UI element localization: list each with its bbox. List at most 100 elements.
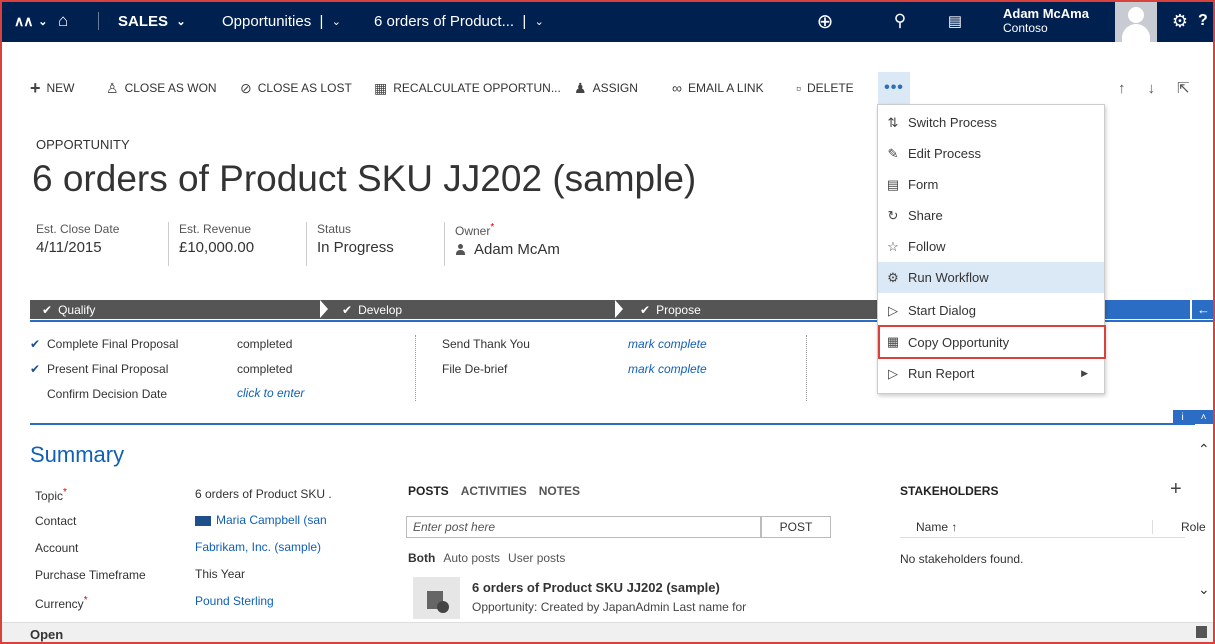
record-navigation: ↑ ↓ ⇱ (1118, 72, 1190, 104)
post-entry-title[interactable]: 6 orders of Product SKU JJ202 (sample) (472, 580, 720, 595)
expand-icon[interactable]: ⇱ (1177, 79, 1190, 97)
menu-label: Run Report (908, 366, 975, 381)
required-marker: * (490, 222, 495, 233)
menu-label: Copy Opportunity (908, 334, 1010, 350)
field-purchase-timeframe[interactable]: This Year (195, 567, 245, 581)
column-name[interactable]: Name ↑ (916, 520, 957, 534)
logo-glyph: ∧∧ (14, 12, 33, 29)
step-value-link[interactable]: click to enter (237, 386, 304, 400)
header-status[interactable]: Status In Progress (306, 222, 394, 266)
arrow-left-icon[interactable]: ← (1190, 300, 1215, 319)
social-tabs: POSTS ACTIVITIES NOTES (408, 484, 580, 498)
scroll-down-icon[interactable]: ⌄ (1198, 581, 1210, 598)
recalculate-button[interactable]: ▦ RECALCULATE OPPORTUN... (374, 72, 561, 104)
new-button[interactable]: + NEW (30, 72, 75, 104)
dynamics-logo[interactable]: ∧∧ ⌄ (14, 0, 48, 42)
avatar[interactable] (1115, 0, 1157, 42)
menu-item-start-dialog[interactable]: ▷ Start Dialog (878, 295, 1104, 326)
chevron-down-icon: ⌄ (38, 15, 47, 28)
scroll-up-icon[interactable]: ⌃ (1198, 441, 1210, 458)
cancel-icon: ⊘ (240, 79, 252, 96)
required-marker: * (63, 487, 67, 498)
header-est-revenue[interactable]: Est. Revenue £10,000.00 (168, 222, 254, 266)
tab-notes[interactable]: NOTES (539, 484, 580, 498)
header-est-close-date[interactable]: Est. Close Date 4/11/2015 (36, 222, 119, 256)
arrow-up-icon[interactable]: ↑ (1118, 80, 1126, 97)
calculator-icon: ▦ (374, 79, 388, 96)
menu-item-switch-process[interactable]: ⇅ Switch Process (878, 107, 1104, 138)
nav-entity-opportunities[interactable]: Opportunities | ⌄ (222, 0, 341, 42)
record-status: Open (30, 627, 64, 642)
close-as-lost-button[interactable]: ⊘ CLOSE AS LOST (240, 72, 352, 104)
stage-qualify[interactable]: ✔ Qualify (42, 300, 95, 319)
owner-value[interactable]: Adam McAm (455, 241, 560, 258)
nav-record[interactable]: 6 orders of Product... | ⌄ (374, 0, 544, 42)
email-a-link-label: EMAIL A LINK (687, 81, 764, 95)
more-commands-button[interactable]: ••• (878, 72, 910, 104)
column-divider (415, 335, 416, 401)
form-icon: ▤ (886, 176, 900, 192)
field-value: In Progress (317, 239, 394, 256)
arrow-down-icon[interactable]: ↓ (1148, 80, 1156, 97)
nav-entity-label: Opportunities (222, 12, 312, 30)
field-contact[interactable]: Maria Campbell (san (195, 513, 327, 527)
scrollbar[interactable]: ⌃ ⌄ (1193, 427, 1215, 622)
delete-button[interactable]: ▫ DELETE (796, 72, 854, 104)
assign-button[interactable]: ♟ ASSIGN (574, 72, 638, 104)
gear-icon[interactable]: ⚙ (1167, 0, 1193, 42)
field-currency[interactable]: Pound Sterling (195, 594, 274, 608)
field-label: Owner* (455, 222, 560, 238)
filter-both[interactable]: Both (408, 551, 435, 565)
check-icon: ✔ (342, 302, 353, 317)
field-account[interactable]: Fabrikam, Inc. (sample) (195, 540, 321, 554)
search-icon[interactable]: ⚲ (885, 0, 915, 42)
filter-user-posts[interactable]: User posts (508, 551, 565, 565)
menu-item-form[interactable]: ▤ Form (878, 169, 1104, 200)
step-complete-final-proposal: ✔ Complete Final Proposal (30, 337, 178, 351)
section-divider (30, 423, 1195, 425)
nav-record-label: 6 orders of Product... (374, 12, 515, 30)
nav-area-label: SALES (118, 12, 169, 30)
menu-item-run-report[interactable]: ▷ Run Report ▶ (878, 358, 1104, 389)
field-label: Status (317, 222, 352, 236)
menu-item-edit-process[interactable]: ✎ Edit Process (878, 138, 1104, 169)
user-info[interactable]: Adam McAma Contoso (1003, 0, 1089, 42)
nav-area-sales[interactable]: SALES ⌄ (118, 0, 186, 42)
section-title-summary: Summary (30, 442, 125, 467)
info-toggle[interactable]: i ˄ (1173, 410, 1215, 424)
menu-item-share[interactable]: ↻ Share (878, 200, 1104, 231)
field-label: Est. Revenue (179, 222, 252, 236)
nav-divider (98, 12, 99, 30)
email-a-link-button[interactable]: ∞ EMAIL A LINK (672, 72, 764, 104)
field-topic[interactable]: 6 orders of Product SKU . (195, 487, 332, 501)
field-label-account: Account (35, 541, 79, 555)
stage-develop[interactable]: ✔ Develop (342, 300, 402, 319)
create-plus-icon[interactable]: ⊕ (805, 0, 845, 42)
post-filters: Both Auto posts User posts (408, 551, 565, 565)
tab-activities[interactable]: ACTIVITIES (461, 484, 527, 498)
help-icon[interactable]: ? (1198, 0, 1208, 42)
advanced-find-icon[interactable]: ▤ (940, 0, 970, 42)
close-as-won-button[interactable]: ♙ CLOSE AS WON (106, 72, 217, 104)
mark-complete-link[interactable]: mark complete (628, 337, 707, 351)
header-owner[interactable]: Owner* Adam McAm (444, 222, 560, 266)
tab-posts[interactable]: POSTS (408, 484, 449, 498)
field-label: Est. Close Date (36, 222, 120, 236)
step-value[interactable]: completed (237, 337, 292, 351)
post-button[interactable]: POST (761, 516, 831, 538)
menu-item-follow[interactable]: ☆ Follow (878, 231, 1104, 262)
share-icon: ↻ (887, 207, 899, 223)
menu-label: Form (908, 177, 939, 192)
workflow-icon: ⚙ (887, 269, 899, 285)
save-icon[interactable] (1196, 626, 1207, 638)
menu-item-run-workflow[interactable]: ⚙ Run Workflow (878, 262, 1104, 293)
post-input[interactable]: Enter post here (406, 516, 761, 538)
menu-item-copy-opportunity[interactable]: ▦ Copy Opportunity (878, 325, 1106, 359)
step-value[interactable]: completed (237, 362, 292, 376)
status-footer: Open (0, 622, 1215, 644)
home-icon[interactable]: ⌂ (58, 0, 68, 42)
add-stakeholder-icon[interactable]: + (1170, 478, 1182, 501)
filter-auto-posts[interactable]: Auto posts (443, 551, 500, 565)
stage-propose[interactable]: ✔ Propose (640, 300, 701, 319)
mark-complete-link[interactable]: mark complete (628, 362, 707, 376)
